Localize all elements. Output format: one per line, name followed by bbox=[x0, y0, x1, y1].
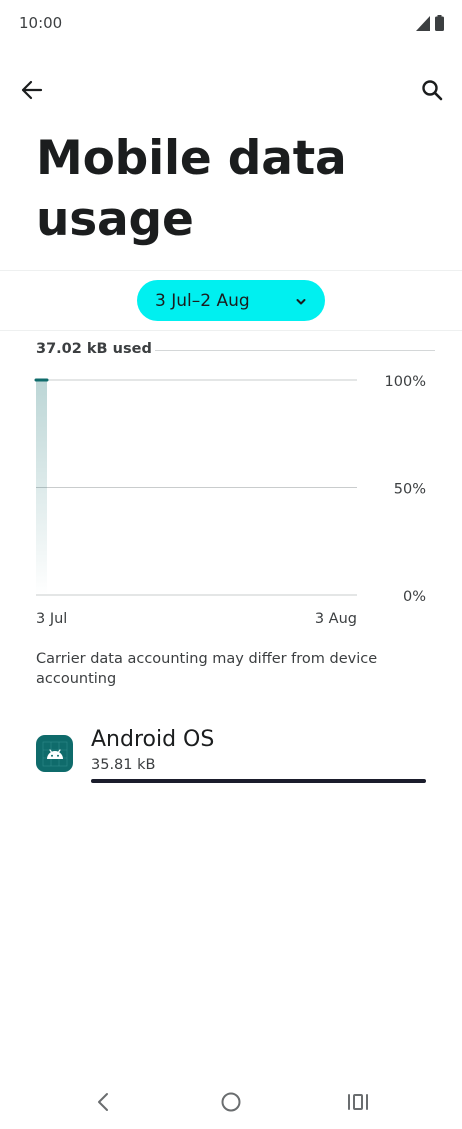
chart-x-start-label: 3 Jul bbox=[36, 611, 67, 627]
status-time: 10:00 bbox=[19, 14, 63, 32]
chevron-down-icon bbox=[295, 293, 307, 312]
nav-back-button[interactable] bbox=[89, 1090, 117, 1118]
usage-chart: 100% 50% 0% 3 Jul 3 Aug bbox=[0, 360, 462, 640]
status-icons bbox=[416, 15, 444, 35]
date-range-selector[interactable]: 3 Jul–2 Aug bbox=[137, 280, 325, 321]
chart-y-tick-label: 50% bbox=[394, 482, 426, 498]
battery-icon bbox=[435, 15, 444, 35]
app-usage-bar-fill bbox=[91, 779, 426, 783]
top-app-bar bbox=[0, 70, 462, 114]
nav-back-icon bbox=[96, 1092, 110, 1116]
chart-x-end-label: 3 Aug bbox=[315, 611, 357, 627]
app-usage-row[interactable]: Android OS 35.81 kB bbox=[0, 725, 462, 795]
usage-chart-svg: 100% 50% 0% 3 Jul 3 Aug bbox=[34, 374, 426, 627]
android-icon bbox=[36, 735, 73, 772]
back-button[interactable] bbox=[18, 78, 46, 106]
page-title: Mobile data usage bbox=[36, 131, 347, 247]
carrier-note: Carrier data accounting may differ from … bbox=[36, 651, 378, 687]
arrow-left-icon bbox=[21, 80, 43, 104]
search-button[interactable] bbox=[418, 78, 446, 106]
search-icon bbox=[421, 79, 443, 105]
divider bbox=[0, 330, 462, 331]
app-name: Android OS bbox=[91, 727, 215, 752]
chart-y-tick-label: 0% bbox=[403, 589, 426, 605]
signal-icon bbox=[416, 16, 430, 35]
divider bbox=[0, 270, 462, 271]
navigation-bar bbox=[0, 1076, 462, 1129]
date-range-label: 3 Jul–2 Aug bbox=[155, 290, 250, 311]
status-bar: 10:00 bbox=[0, 0, 462, 48]
nav-recents-button[interactable] bbox=[344, 1090, 372, 1118]
nav-home-icon bbox=[220, 1091, 242, 1117]
app-usage-bar bbox=[91, 779, 426, 783]
chart-y-tick-label: 100% bbox=[385, 374, 426, 390]
nav-home-button[interactable] bbox=[217, 1090, 245, 1118]
nav-recents-icon bbox=[347, 1093, 369, 1115]
usage-summary-line bbox=[155, 350, 435, 351]
app-usage-amount: 35.81 kB bbox=[91, 757, 156, 773]
usage-summary: 37.02 kB used bbox=[36, 341, 152, 357]
chart-usage-area bbox=[36, 380, 47, 595]
